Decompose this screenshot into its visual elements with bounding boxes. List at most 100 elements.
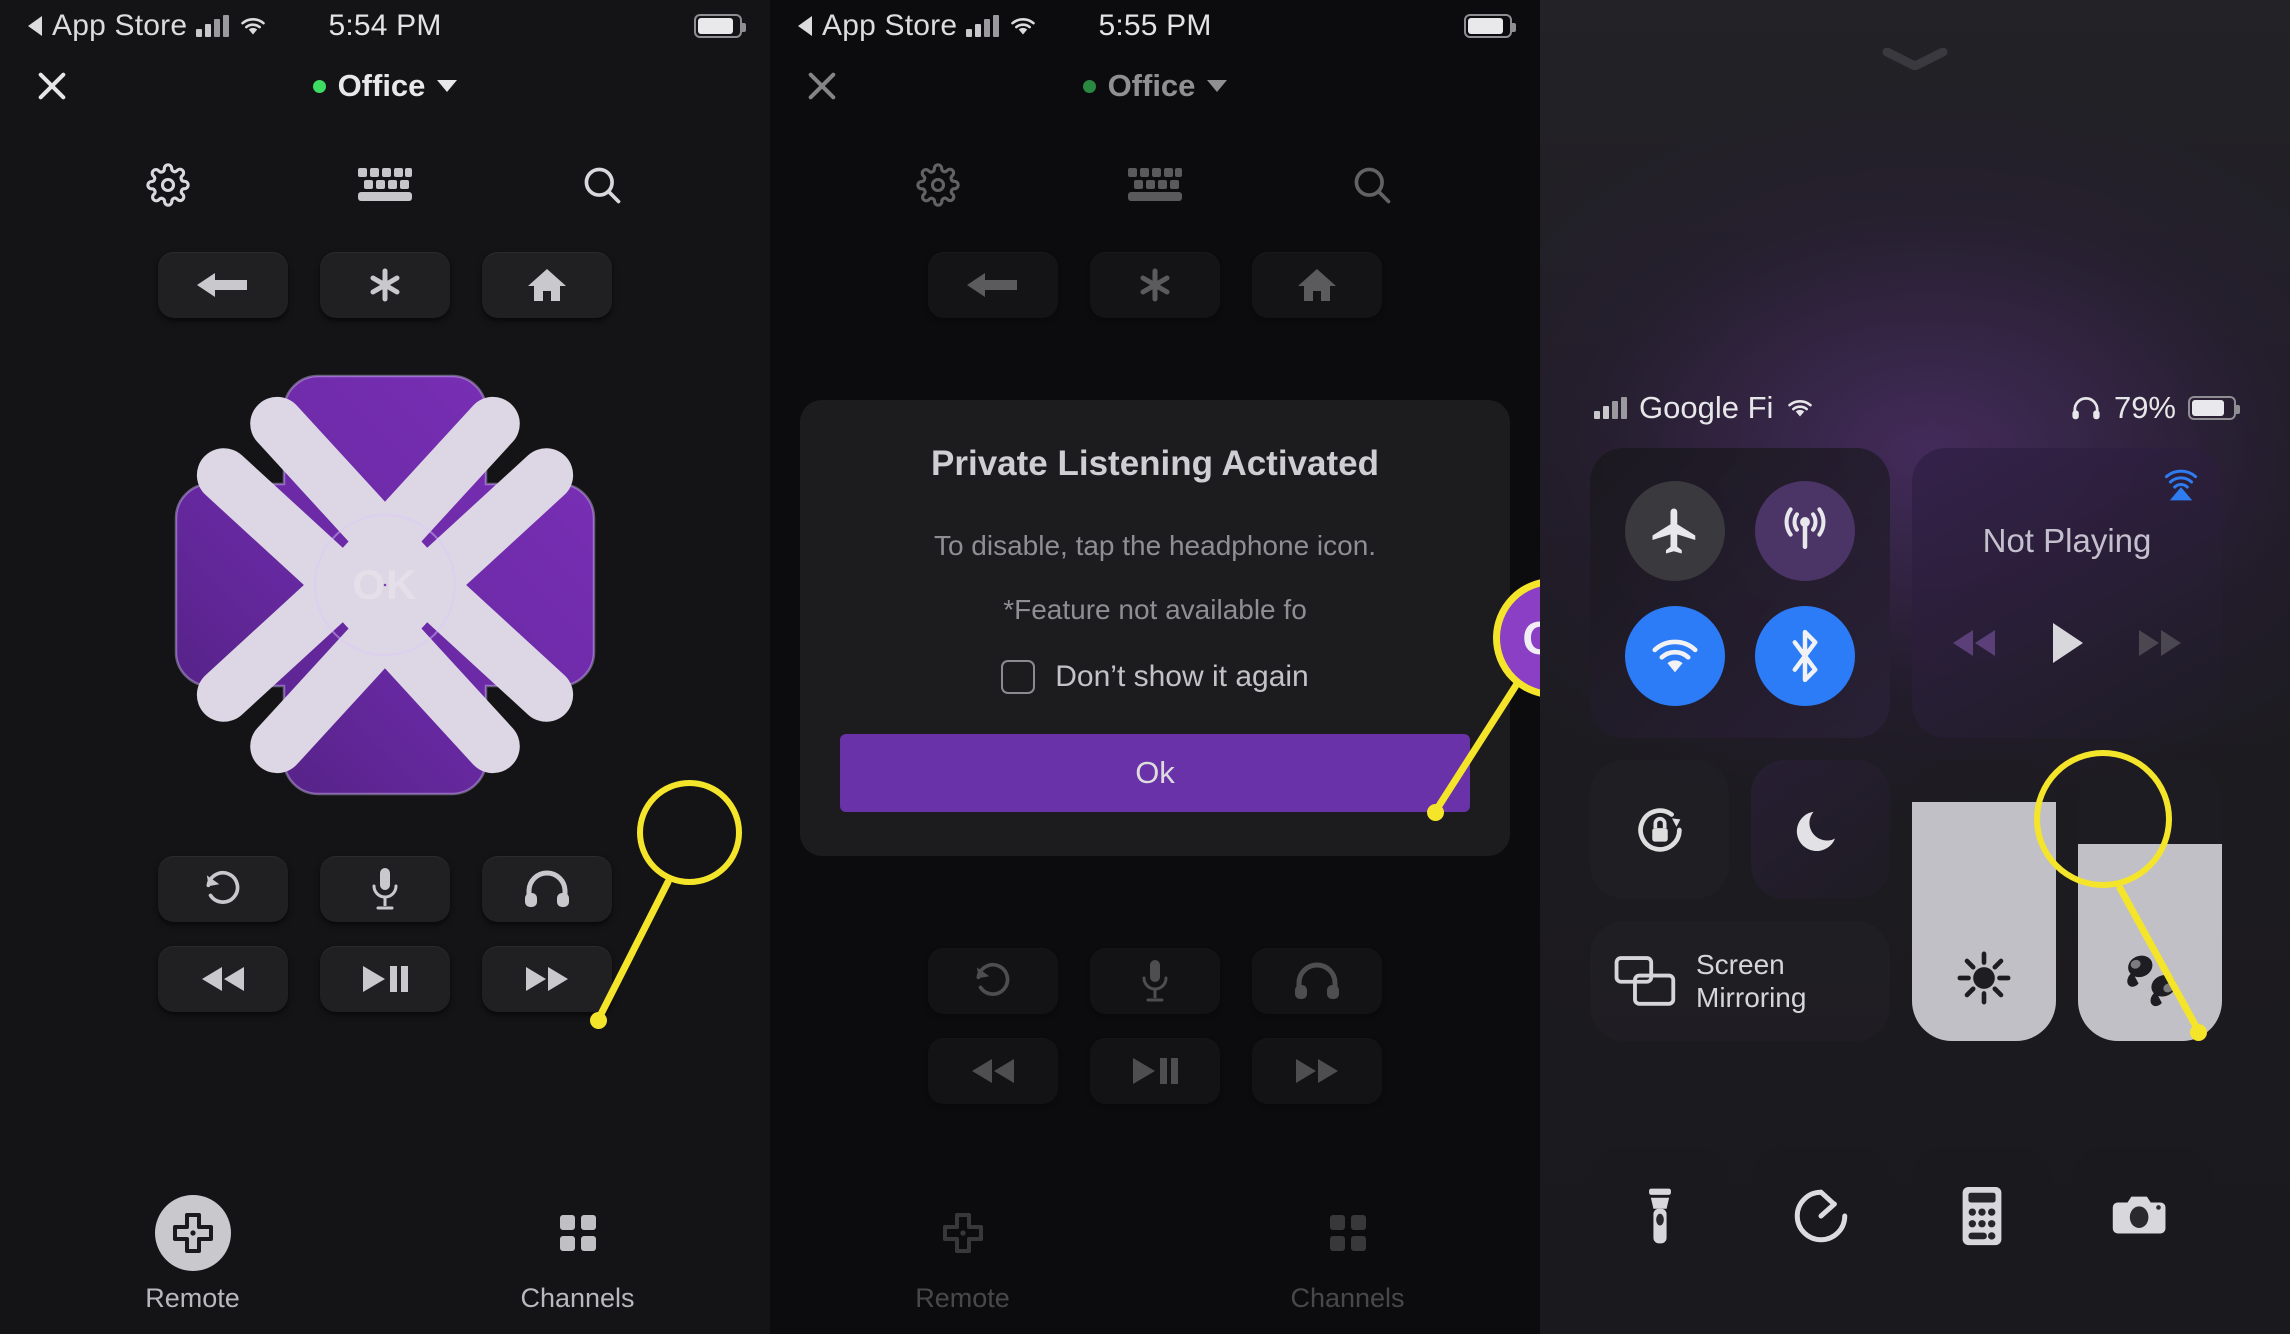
carrier-label: Google Fi [1639,390,1774,425]
status-bar-right-2 [1464,14,1516,38]
wifi-toggle[interactable] [1625,605,1725,706]
options-button[interactable] [1090,252,1220,318]
dont-show-again-label: Don’t show it again [1055,660,1309,693]
now-playing-module: Not Playing [1912,448,2222,738]
tab-channels[interactable]: Channels [1155,1174,1540,1334]
signal-bars-icon [196,15,230,37]
dpad: OK [170,370,600,800]
connectivity-module [1590,448,1890,738]
bluetooth-icon [1792,629,1818,682]
dialog-ok-button[interactable]: Ok [840,734,1470,812]
keyboard-icon[interactable] [1115,154,1195,216]
rewind-button[interactable] [928,1038,1058,1104]
dismiss-chevron-icon[interactable] [1881,47,1949,71]
fastforward-button[interactable] [2135,626,2185,665]
headphones-button[interactable] [1252,948,1382,1014]
dialog-line-1: To disable, tap the headphone icon. [933,530,1377,561]
tab-channels[interactable]: Channels [385,1174,770,1334]
callout-endpoint-1 [590,1012,607,1029]
play-button[interactable] [2047,620,2087,671]
rewind-button[interactable] [1949,626,1999,665]
status-bar-left: App Store [28,9,268,43]
rotation-lock-toggle[interactable] [1590,760,1729,899]
bluetooth-toggle[interactable] [1755,605,1855,706]
utility-icon-row [0,120,770,216]
cc-status-left: Google Fi [1594,390,1815,426]
cc-sliders [1912,760,2222,1041]
cc-status-right: 79% [2070,390,2240,426]
replay-button[interactable] [928,948,1058,1014]
airplane-icon [1652,508,1696,553]
signal-bars-icon [966,15,1000,37]
volume-slider[interactable] [2078,760,2222,1041]
dont-show-again-checkbox[interactable] [1001,660,1036,694]
voice-button[interactable] [320,856,450,922]
tab-remote-label: Remote [915,1282,1010,1313]
dpad-ok-button[interactable]: OK [314,514,456,656]
device-online-dot [312,79,326,93]
tab-channels-label: Channels [1290,1282,1405,1313]
settings-icon[interactable] [898,154,978,216]
wifi-icon [1788,400,1813,417]
cc-toggle-pair [1590,760,1890,899]
screen-mirroring-tile[interactable]: Screen Mirroring [1590,921,1890,1041]
airplay-icon[interactable] [2160,464,2202,511]
replay-button[interactable] [158,856,288,922]
cc-left-column: Screen Mirroring [1590,760,1890,1041]
rewind-button[interactable] [158,946,288,1012]
back-button[interactable] [158,252,288,318]
dpad-glyph-icon [925,1195,1001,1271]
nav-button-row-2 [770,216,1540,318]
tab-remote[interactable]: Remote [0,1174,385,1334]
screenshot-stage: App Store 5:54 PM Office OK Remote Chann… [0,0,2290,1334]
timer-button[interactable] [1751,1146,1890,1285]
flashlight-button[interactable] [1590,1146,1729,1285]
fastforward-button[interactable] [482,946,612,1012]
search-icon[interactable] [1332,154,1412,216]
timer-icon [1794,1189,1847,1242]
remote-header-2: Office [770,52,1540,120]
fastforward-button[interactable] [1252,1038,1382,1104]
media-row-2 [928,1038,1382,1104]
battery-icon [1464,14,1516,38]
calculator-button[interactable] [1912,1146,2051,1285]
wifi-icon [1652,639,1698,672]
screen-mirroring-line1: Screen [1696,948,1785,980]
ios-control-center: Google Fi 79% Not Playing Screen Mirrori… [1540,0,2290,1334]
settings-icon[interactable] [128,154,208,216]
search-icon[interactable] [562,154,642,216]
dpad-glyph-icon [154,1194,231,1271]
do-not-disturb-toggle[interactable] [1751,760,1890,899]
tab-bar: Remote Channels [0,1174,770,1334]
brightness-icon [1912,949,2056,1007]
dialog-line-2: *Feature not available fo [1003,594,1307,625]
options-button[interactable] [320,252,450,318]
control-center-status-bar: Google Fi 79% [1540,390,2290,426]
headphones-button[interactable] [482,856,612,922]
dont-show-again-row[interactable]: Don’t show it again [840,660,1470,694]
now-playing-controls [1949,620,2185,671]
keyboard-icon[interactable] [345,154,425,216]
back-triangle-icon [798,16,812,36]
home-button[interactable] [482,252,612,318]
playpause-button[interactable] [1090,1038,1220,1104]
cc-row-top: Not Playing [1590,448,2250,738]
status-bar-right [694,14,746,38]
media-button-grid-2 [770,892,1540,1104]
ok-callout-label: Ok [1522,611,1540,665]
brightness-slider[interactable] [1912,760,2056,1041]
device-selector[interactable]: Office [0,68,770,104]
tab-remote[interactable]: Remote [770,1174,1155,1334]
playpause-button[interactable] [320,946,450,1012]
device-selector[interactable]: Office [770,68,1540,104]
airplane-mode-toggle[interactable] [1625,480,1725,581]
status-bar-left-2: App Store [798,9,1038,43]
back-button[interactable] [928,252,1058,318]
calculator-icon [1962,1186,2001,1245]
cellular-antenna-icon [1784,506,1826,549]
voice-button[interactable] [1090,948,1220,1014]
camera-button[interactable] [2073,1146,2212,1285]
home-button[interactable] [1252,252,1382,318]
wifi-icon [1011,18,1036,35]
cellular-data-toggle[interactable] [1755,480,1855,581]
